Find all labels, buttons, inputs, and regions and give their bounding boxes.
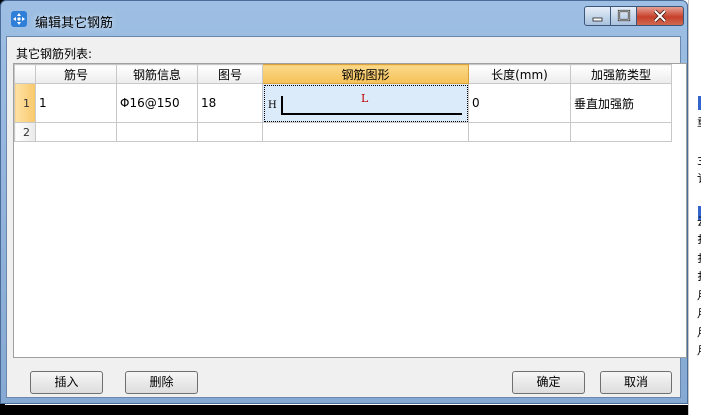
cell-length[interactable] (468, 122, 571, 142)
app-icon (11, 11, 27, 27)
insert-button[interactable]: 插入 (30, 371, 103, 394)
cell-length[interactable]: 0 (468, 83, 571, 123)
cell-type[interactable] (570, 122, 672, 142)
background-text: 扌 (697, 253, 701, 265)
close-button[interactable] (636, 6, 684, 26)
rebar-table: 筋号 钢筋信息 图号 钢筋图形 长度(mm) 加强筋类型 1 1 Φ16@150… (14, 64, 672, 142)
corner-header-cell (14, 64, 36, 84)
background-text: 月 (697, 308, 701, 320)
cell-bar-no[interactable]: 1 (35, 83, 117, 123)
table-row[interactable]: 1 1 Φ16@150 18 H L 0 垂直加强筋 (14, 83, 672, 123)
window-title: 编辑其它钢筋 (35, 16, 114, 31)
column-header-length[interactable]: 长度(mm) (468, 64, 571, 84)
cell-bar-info[interactable]: Φ16@150 (116, 83, 198, 123)
cell-shape-no[interactable] (197, 122, 263, 142)
background-text: 月 (697, 290, 701, 302)
maximize-button[interactable] (610, 6, 637, 26)
background-text: 扌 (697, 271, 701, 283)
close-icon (653, 9, 667, 23)
cell-bar-no[interactable] (35, 122, 117, 142)
minimize-icon (592, 17, 603, 22)
cancel-button[interactable]: 取消 (600, 371, 672, 394)
row-header[interactable]: 2 (14, 122, 36, 142)
column-header-shape[interactable]: 钢筋图形 (262, 64, 469, 84)
rebar-shape-vertical-segment (281, 96, 283, 114)
column-header-bar-info[interactable]: 钢筋信息 (116, 64, 198, 84)
background-text: 云 (697, 216, 701, 228)
column-header-type[interactable]: 加强筋类型 (570, 64, 672, 84)
background-text: 讠 (697, 173, 701, 185)
background-text: 月 (697, 327, 701, 339)
background-text: 扌 (697, 234, 701, 246)
column-header-shape-no[interactable]: 图号 (197, 64, 263, 84)
cell-type[interactable]: 垂直加强筋 (570, 83, 672, 123)
delete-button[interactable]: 删除 (125, 371, 198, 394)
background-text: 重 (697, 117, 701, 129)
shape-label-l: L (361, 92, 369, 105)
shape-label-h: H (268, 100, 277, 111)
background-text: 3 (697, 156, 701, 168)
table-row[interactable]: 2 (14, 122, 672, 142)
column-header-bar-no[interactable]: 筋号 (35, 64, 117, 84)
maximize-icon (617, 9, 631, 22)
cell-rebar-shape[interactable]: H L (262, 83, 469, 123)
cell-shape-no[interactable]: 18 (197, 83, 263, 123)
background-app-edge-bottom (0, 405, 701, 415)
cell-rebar-shape[interactable] (262, 122, 469, 142)
minimize-button[interactable] (584, 6, 611, 26)
rebar-list-label: 其它钢筋列表: (16, 47, 93, 61)
rebar-shape-horizontal-segment (281, 113, 462, 115)
table-header-row: 筋号 钢筋信息 图号 钢筋图形 长度(mm) 加强筋类型 (14, 64, 672, 84)
row-header[interactable]: 1 (14, 83, 36, 123)
background-text: 月 (697, 345, 701, 357)
background-app-panel: 重 3 讠 云 扌 扌 扌 月 月 月 月 (688, 0, 701, 415)
ok-button[interactable]: 确定 (512, 371, 585, 394)
title-bar[interactable]: 编辑其它钢筋 (1, 1, 687, 37)
cell-bar-info[interactable] (116, 122, 198, 142)
